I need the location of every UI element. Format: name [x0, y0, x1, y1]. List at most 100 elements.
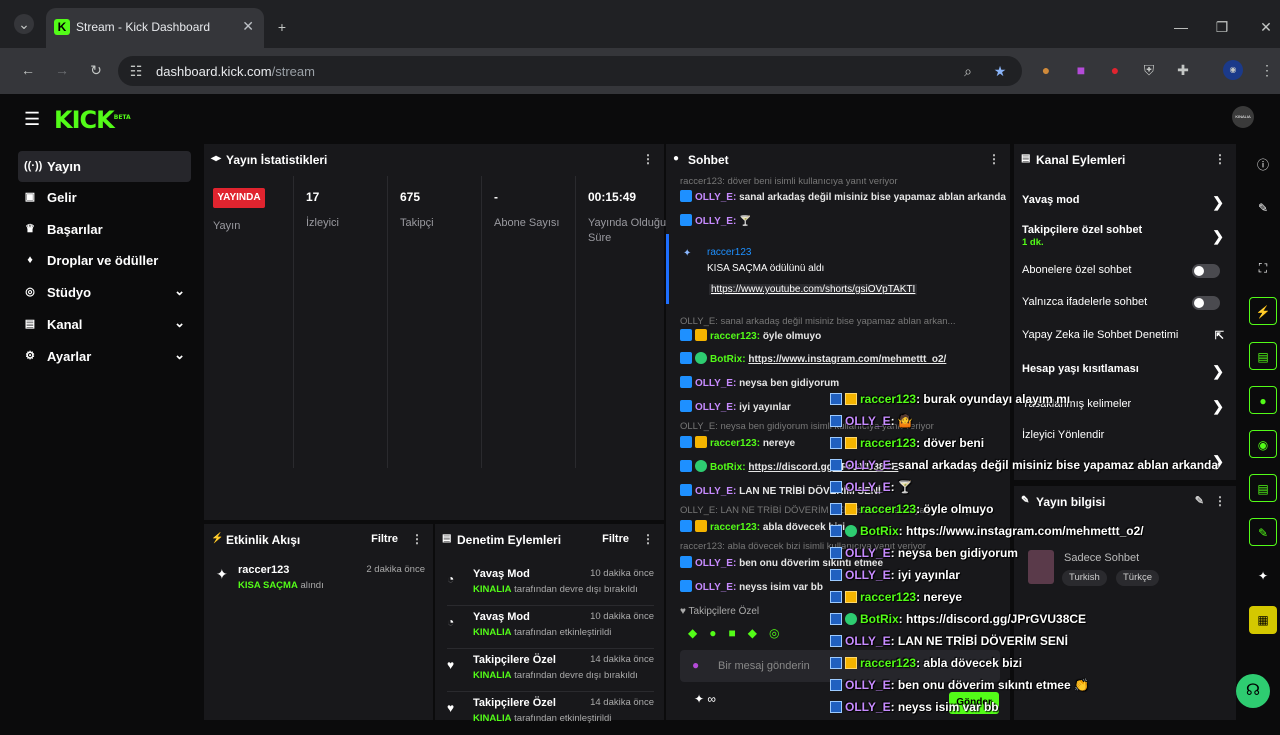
tab-close-icon[interactable]: ✕ — [242, 18, 254, 35]
info-icon[interactable]: ⓘ — [1249, 151, 1277, 179]
edit-icon[interactable]: ✎ — [1195, 494, 1204, 507]
activity-filter-button[interactable]: Filtre — [371, 533, 398, 545]
sub-badge-icon — [695, 436, 707, 448]
actions-panel-icon[interactable]: ▤ — [1249, 474, 1277, 502]
browser-menu-icon[interactable]: ⋮ — [1257, 60, 1277, 80]
redirect-row[interactable]: İzleyici Yönlendir ❯ — [1022, 429, 1224, 469]
badge-icon — [680, 484, 692, 496]
bookmark-star-icon[interactable]: ★ — [990, 61, 1010, 81]
badge-icon — [830, 547, 842, 559]
age-restrict-row[interactable]: Hesap yaşı kısıtlaması ❯ — [1022, 363, 1224, 393]
overlay-message: raccer123: nereye — [830, 590, 962, 610]
sidebar-item-kanal[interactable]: ▤ Kanal ⌄ — [18, 309, 191, 340]
sub-badge-icon — [845, 591, 857, 603]
window-close-icon[interactable]: ✕ — [1256, 17, 1276, 37]
overlay-message: OLLY_E: neyss isim var bb — [830, 700, 999, 720]
reward-link[interactable]: https://www.youtube.com/shorts/gsiOVpTAK… — [709, 284, 918, 295]
overlay-message: raccer123: öyle olmuyo — [830, 502, 993, 522]
forward-icon[interactable]: → — [52, 60, 72, 80]
badge-icon — [680, 214, 692, 226]
chat-message: OLLY_E: iyi yayınlar — [680, 400, 791, 413]
minimize-icon[interactable]: — — [1171, 17, 1191, 37]
sidebar-item-ayarlar[interactable]: ⚙ Ayarlar ⌄ — [18, 341, 191, 372]
extension-cookie-icon[interactable]: ● — [1036, 60, 1056, 80]
chat-bubble-icon: ● — [673, 153, 680, 164]
studio-icon: ◎ — [25, 286, 35, 298]
lightning-icon: ⚡ — [211, 533, 224, 544]
browser-tab[interactable]: K Stream - Kick Dashboard ✕ — [46, 8, 264, 48]
site-info-icon[interactable]: ☷ — [126, 61, 146, 81]
ai-mod-row[interactable]: Yapay Zeka ile Sohbet Denetimi ⇱ — [1022, 329, 1224, 359]
screen-icon[interactable]: ⛶ — [1249, 254, 1277, 282]
extensions-puzzle-icon[interactable]: ✚ — [1173, 60, 1193, 80]
chevron-down-icon: ⌄ — [174, 315, 185, 330]
activity-user[interactable]: raccer123 — [238, 564, 289, 576]
activity-menu-icon[interactable]: ⋮ — [411, 532, 423, 546]
extension-red-icon[interactable]: ● — [1105, 60, 1125, 80]
back-icon[interactable]: ← — [18, 60, 38, 80]
lightning-panel-icon[interactable]: ⚡ — [1249, 297, 1277, 325]
extension-purple-icon[interactable]: ■ — [1071, 60, 1091, 80]
badge-icon — [830, 393, 842, 405]
sidebar-item-gelir[interactable]: ▣ Gelir — [18, 182, 191, 213]
reward-user[interactable]: raccer123 — [707, 247, 751, 258]
extension-shield-icon[interactable]: ⛨ — [1139, 60, 1159, 80]
hamburger-menu-icon[interactable]: ☰ — [24, 109, 40, 130]
url-text: dashboard.kick.com/stream — [156, 64, 315, 79]
slow-mode-row[interactable]: Yavaş mod ❯ — [1022, 194, 1224, 224]
document-panel-icon[interactable]: ▤ — [1249, 342, 1277, 370]
reload-icon[interactable]: ↻ — [86, 60, 106, 80]
zoom-icon[interactable]: ⌕ — [958, 61, 978, 81]
support-headset-icon[interactable]: ☊ — [1236, 674, 1270, 708]
chat-settings-icon[interactable]: ✦ ∞ — [694, 692, 716, 706]
actions-menu-icon[interactable]: ⋮ — [1214, 152, 1226, 166]
stats-title: Yayın İstatistikleri — [226, 153, 328, 167]
moderation-item: ♥ Takipçilere Özel 14 dakika önce KINALI… — [447, 650, 654, 692]
address-bar[interactable]: ☷ dashboard.kick.com/stream ⌕ ★ — [118, 56, 1022, 86]
stats-icon: ◂▸ — [211, 153, 222, 164]
stream-info-menu-icon[interactable]: ⋮ — [1214, 494, 1226, 508]
profile-avatar-icon[interactable]: ◉ — [1223, 60, 1243, 80]
emote-bar[interactable]: ◆●■◆◎ — [688, 626, 791, 640]
sidebar-item-basarilar[interactable]: ♛ Başarılar — [18, 214, 191, 245]
broadcast-panel-icon[interactable]: ◉ — [1249, 430, 1277, 458]
wrench-panel-icon[interactable]: ✎ — [1249, 518, 1277, 546]
broadcast-icon: ((·)) — [24, 160, 43, 172]
moderation-menu-icon[interactable]: ⋮ — [642, 532, 654, 546]
kick-icon[interactable]: ✦ — [1249, 562, 1277, 590]
edit-pencil-icon[interactable]: ✎ — [1249, 194, 1277, 222]
subs-chat-toggle[interactable] — [1192, 264, 1220, 278]
stream-thumbnail — [1028, 550, 1054, 584]
overlay-message: OLLY_E: sanal arkadaş değil misiniz bise… — [830, 458, 1218, 478]
channel-actions-panel: ▤ Kanal Eylemleri ⋮ Yavaş mod ❯ Takipçil… — [1014, 144, 1236, 480]
sidebar-item-studyo[interactable]: ◎ Stüdyo ⌄ — [18, 277, 191, 308]
subs-chat-row[interactable]: Abonelere özel sohbet — [1022, 264, 1224, 294]
tag-turkish[interactable]: Turkish — [1062, 570, 1107, 586]
overlay-message: OLLY_E: neysa ben gidiyorum — [830, 546, 1018, 566]
duration-stat: 00:15:49 Yayında Olduğu Süre — [575, 176, 666, 468]
chevron-right-icon: ❯ — [1212, 398, 1224, 414]
sidebar-item-droplar[interactable]: ♦ Droplar ve ödüller — [18, 245, 191, 276]
clapper-icon[interactable]: ▦ — [1249, 606, 1277, 634]
tab-search-icon[interactable]: ⌄ — [14, 14, 34, 34]
emote-chat-toggle[interactable] — [1192, 296, 1220, 310]
followers-chat-row[interactable]: Takipçilere özel sohbet 1 dk. ❯ — [1022, 224, 1224, 254]
moderation-filter-button[interactable]: Filtre — [602, 533, 629, 545]
chevron-right-icon: ❯ — [1212, 228, 1224, 244]
tag-turkce[interactable]: Türkçe — [1116, 570, 1160, 586]
new-tab-icon[interactable]: + — [272, 17, 292, 37]
emote-chat-row[interactable]: Yalnızca ifadelerle sohbet — [1022, 296, 1224, 326]
chat-menu-icon[interactable]: ⋮ — [988, 152, 1000, 166]
followers-only-label: ♥ Takipçilere Özel — [680, 606, 760, 617]
sub-badge-icon — [695, 520, 707, 532]
overlay-message: OLLY_E: LAN NE TRİBİ DÖVERİM SENİ — [830, 634, 1068, 654]
chat-panel-icon[interactable]: ● — [1249, 386, 1277, 414]
restore-icon[interactable]: ❐ — [1212, 17, 1232, 37]
mic-icon[interactable]: ● — [692, 658, 699, 672]
sidebar-item-yayin[interactable]: ((·)) Yayın — [18, 151, 191, 182]
overlay-message: OLLY_E: iyi yayınlar — [830, 568, 960, 588]
avatar[interactable]: KINALIA — [1232, 106, 1254, 128]
kick-logo[interactable]: KICKBETA — [54, 106, 131, 134]
stats-menu-icon[interactable]: ⋮ — [642, 152, 654, 166]
badge-icon — [680, 556, 692, 568]
